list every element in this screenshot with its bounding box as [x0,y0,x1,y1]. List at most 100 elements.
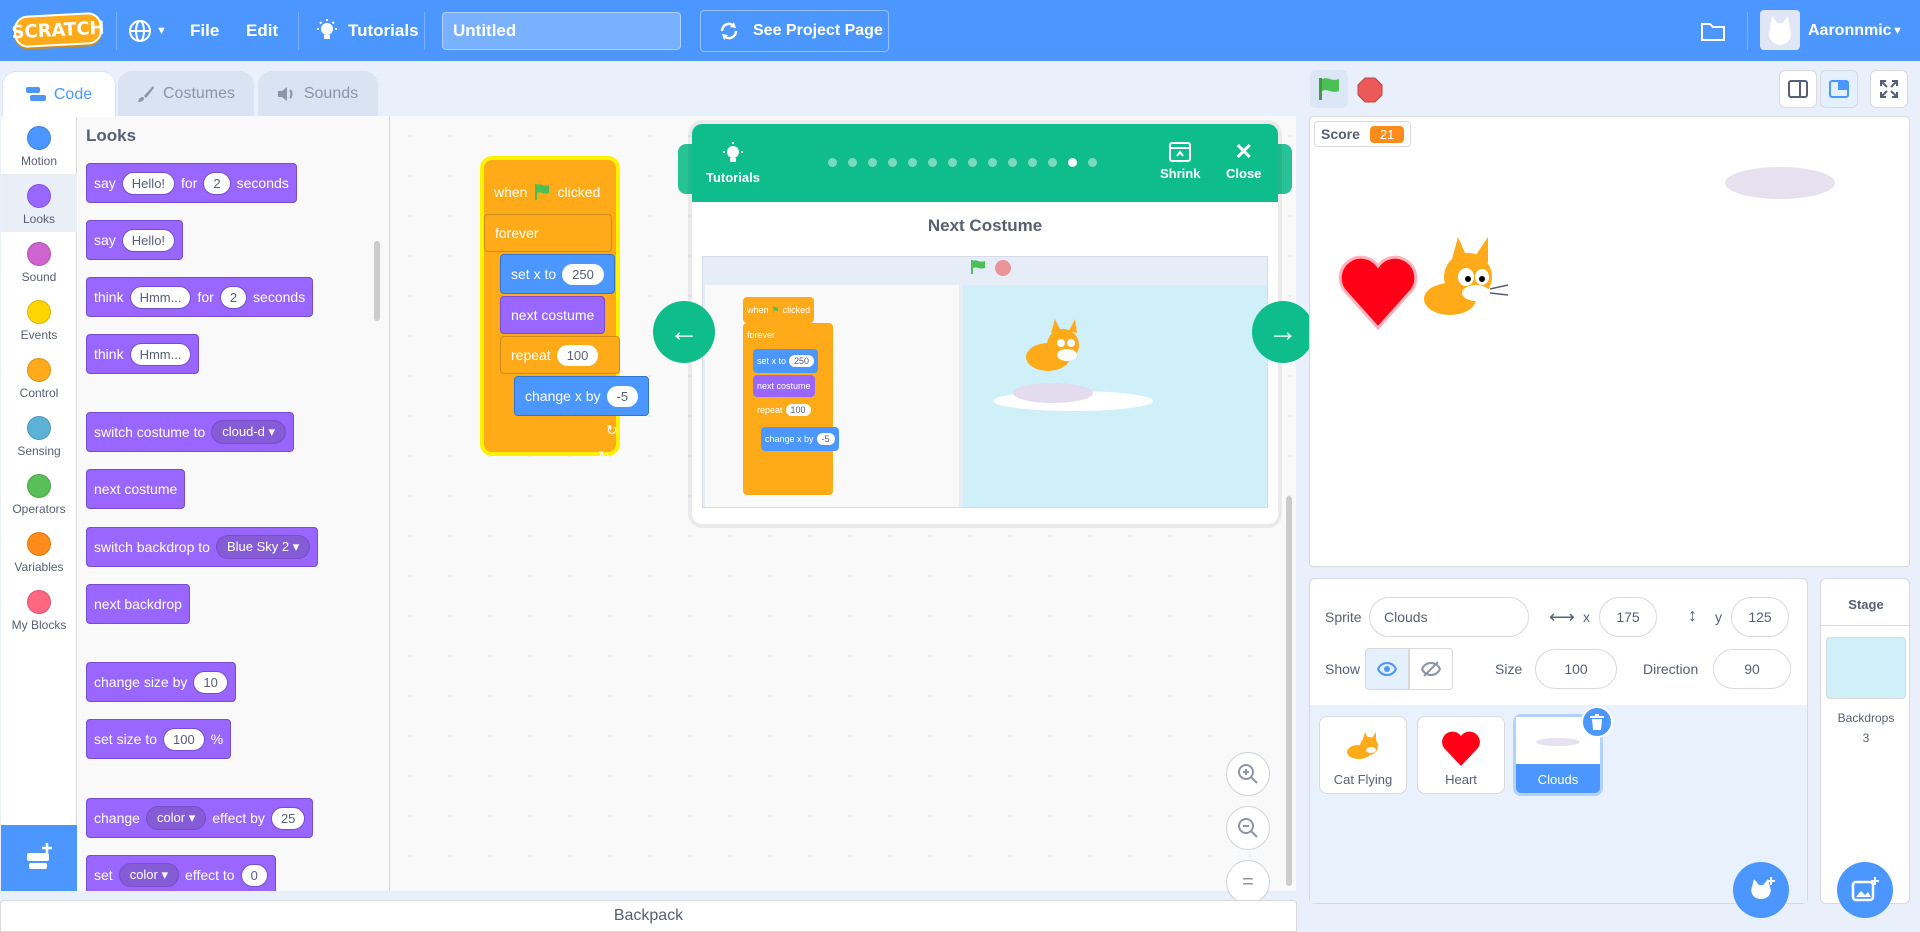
step-dot[interactable] [868,158,877,167]
effect-dropdown[interactable]: color ▾ [145,806,207,830]
tutorials-button[interactable]: Tutorials [706,142,760,185]
sprite-tile-heart[interactable]: Heart [1417,716,1505,794]
hide-sprite-button[interactable] [1409,648,1453,690]
block-say[interactable]: say Hello! [86,220,184,260]
delete-sprite-button[interactable] [1581,706,1613,738]
category-looks[interactable]: Looks [1,174,77,232]
score-monitor[interactable]: Score 21 [1314,121,1412,147]
block-input[interactable]: 2 [203,171,231,195]
backdrop-dropdown[interactable]: Blue Sky 2 ▾ [215,535,311,559]
block-input[interactable]: -5 [606,385,639,407]
my-stuff-folder-icon[interactable] [1700,20,1726,46]
add-extension-button[interactable] [1,825,77,891]
project-title-input[interactable] [442,12,681,50]
category-my-blocks[interactable]: My Blocks [1,580,77,638]
y-field[interactable]: 125 [1731,597,1789,637]
previous-step-button[interactable]: ← [653,301,715,363]
direction-field[interactable]: 90 [1713,649,1791,689]
sprite-tile-cat-flying[interactable]: Cat Flying [1319,716,1407,794]
stop-button[interactable] [1357,77,1383,107]
tab-costumes[interactable]: Costumes [118,71,254,116]
block-input[interactable]: Hello! [121,228,176,252]
category-variables[interactable]: Variables [1,522,77,580]
tab-code[interactable]: Code [2,71,116,117]
see-project-page-button[interactable]: See Project Page [700,10,889,52]
block-input[interactable]: 10 [193,670,228,694]
close-button[interactable]: ✕ Close [1226,141,1261,182]
zoom-reset-button[interactable]: = [1226,860,1270,904]
step-dot[interactable] [988,158,997,167]
set-x-block[interactable]: set x to 250 [500,254,615,294]
block-set-size[interactable]: set size to 100 % [86,719,232,759]
username[interactable]: Aaronnmic [1808,0,1892,61]
scratch-logo[interactable]: SCRATCH [11,11,105,49]
stage-thumbnail[interactable] [1826,637,1906,699]
green-flag-button[interactable] [1310,70,1348,108]
language-menu[interactable]: ▼ [128,0,167,61]
step-dot[interactable] [1048,158,1057,167]
block-input[interactable]: Hmm... [129,342,192,366]
block-think[interactable]: think Hmm... [86,334,200,374]
block-next-backdrop[interactable]: next backdrop [86,584,190,624]
step-dot[interactable] [888,158,897,167]
repeat-block[interactable]: repeat 100 [500,336,620,374]
small-stage-button[interactable] [1779,70,1817,108]
step-dot[interactable] [828,158,837,167]
effect-dropdown[interactable]: color ▾ [118,863,180,887]
choose-sprite-button[interactable] [1733,862,1789,918]
block-input[interactable]: 2 [219,285,248,309]
change-x-block[interactable]: change x by -5 [514,376,650,416]
shrink-button[interactable]: Shrink [1160,142,1200,181]
block-change-size[interactable]: change size by 10 [86,662,236,702]
costume-dropdown[interactable]: cloud-d ▾ [211,420,287,444]
palette-scrollbar[interactable] [374,241,380,321]
block-input[interactable]: 250 [562,263,604,285]
block-input[interactable]: 0 [240,863,268,887]
caret-down-icon[interactable]: ▼ [1892,0,1903,61]
when-flag-clicked-block[interactable]: when clicked [484,172,611,212]
category-events[interactable]: Events [1,290,77,348]
next-costume-block[interactable]: next costume [500,296,606,334]
normal-stage-button[interactable] [1820,70,1858,108]
block-input[interactable]: 100 [556,344,599,366]
category-motion[interactable]: Motion [1,116,77,174]
step-dot[interactable] [1008,158,1017,167]
step-dot[interactable] [1028,158,1037,167]
step-dot[interactable] [948,158,957,167]
block-next-costume[interactable]: next costume [86,469,186,509]
step-dot-current[interactable] [1068,158,1077,167]
zoom-out-button[interactable] [1226,806,1270,850]
edit-menu[interactable]: Edit [246,0,278,61]
category-sensing[interactable]: Sensing [1,406,77,464]
block-input[interactable]: 100 [163,727,205,751]
sprite-name-field[interactable]: Clouds [1369,597,1529,637]
x-field[interactable]: 175 [1599,597,1657,637]
size-field[interactable]: 100 [1535,649,1617,689]
file-menu[interactable]: File [190,0,219,61]
block-say-for-seconds[interactable]: say Hello! for 2 seconds [86,163,297,203]
choose-backdrop-button[interactable] [1837,862,1893,918]
tab-sounds[interactable]: Sounds [258,71,378,116]
block-input[interactable]: Hmm... [129,285,192,309]
step-dot[interactable] [848,158,857,167]
block-switch-backdrop[interactable]: switch backdrop to Blue Sky 2 ▾ [86,527,319,567]
step-dot[interactable] [968,158,977,167]
block-change-effect[interactable]: change color ▾ effect by 25 [86,798,314,838]
step-dot[interactable] [928,158,937,167]
category-operators[interactable]: Operators [1,464,77,522]
block-set-effect[interactable]: set color ▾ effect to 0 [86,855,276,891]
category-sound[interactable]: Sound [1,232,77,290]
fullscreen-button[interactable] [1870,70,1908,108]
block-think-for-seconds[interactable]: think Hmm... for 2 seconds [86,277,314,317]
next-step-button[interactable]: → [1252,301,1314,363]
forever-block[interactable]: forever [484,214,612,252]
zoom-in-button[interactable] [1226,752,1270,796]
backpack[interactable]: Backpack [0,900,1297,932]
show-sprite-button[interactable] [1365,648,1409,690]
avatar[interactable] [1760,10,1800,50]
block-input[interactable]: 25 [270,806,306,830]
step-dot[interactable] [1088,158,1097,167]
tutorials-menu[interactable]: Tutorials [316,0,419,61]
step-dot[interactable] [908,158,917,167]
block-input[interactable]: Hello! [121,171,176,195]
